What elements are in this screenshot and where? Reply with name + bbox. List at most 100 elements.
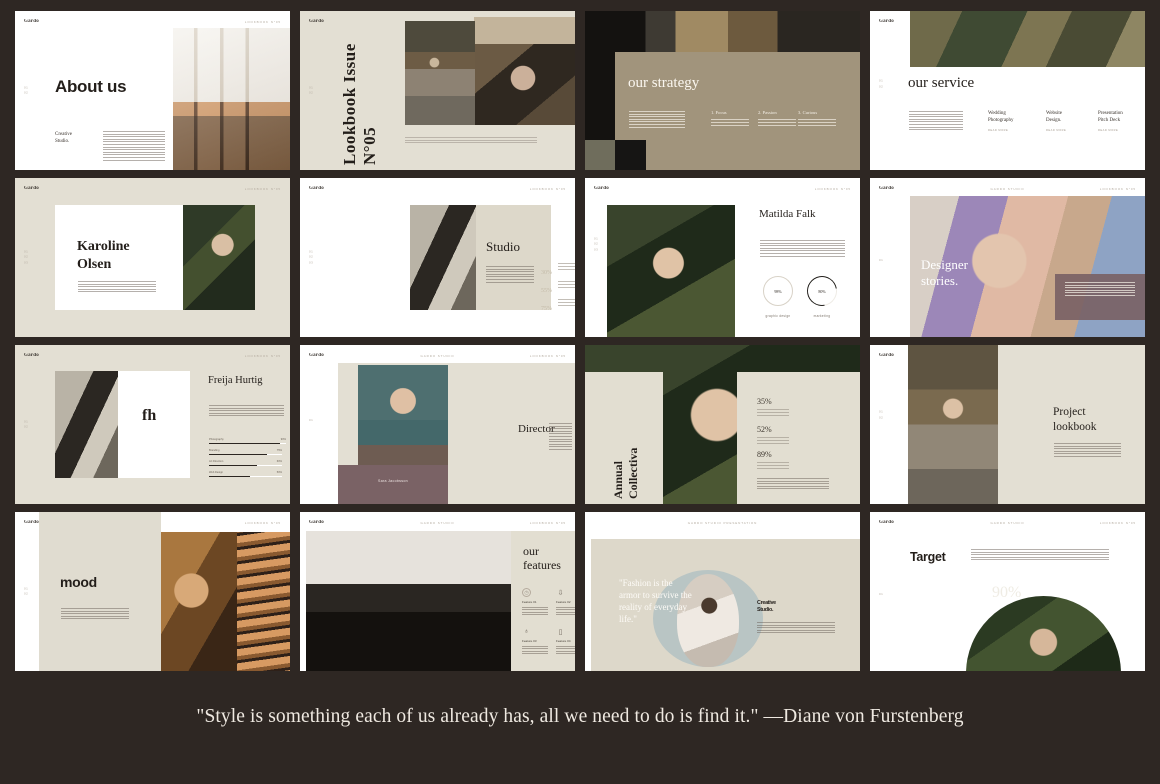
slide-our-service[interactable]: Gardo 01 02 our service Wedding Photogra… [870, 11, 1145, 170]
feature-1-glyph: ◷ [524, 589, 529, 596]
photo-street [405, 21, 475, 125]
body-copy [486, 266, 534, 283]
page-title: Project lookbook [1053, 406, 1097, 433]
side-numbers: 01 02 [24, 84, 29, 95]
strategy-item-1: 1. Focus [711, 110, 749, 127]
logo: Gardo [24, 520, 39, 525]
slide-studio[interactable]: Gardo LOOKBOOK N°05 01 02 03 Studio 30% … [300, 178, 575, 337]
donut-2-value: 80% [818, 288, 826, 294]
feature-3-name: Feature 03 [522, 639, 537, 643]
slide-freija-hurtig[interactable]: fh Gardo LOOKBOOK N°05 01 02 Freija Hurt… [15, 345, 290, 504]
slide-lookbook-issue[interactable]: Gardo 01 02 Lookbook Issue N°05 [300, 11, 575, 170]
logo: Gardo [309, 520, 324, 525]
feature-4-name: Feature 04 [556, 639, 571, 643]
photo-face [475, 44, 575, 125]
studio-stat-3-value: 75% [541, 306, 552, 312]
slide-project-lookbook[interactable]: Gardo 01 02 Project lookbook [870, 345, 1145, 504]
slide-karoline-olsen[interactable]: Gardo LOOKBOOK N°05 01 02 03 Karoline Ol… [15, 178, 290, 337]
page-subtitle: Creative Studio. [55, 132, 72, 145]
service-item-2[interactable]: Website Design. READ MORE [1046, 110, 1090, 132]
logo: Gardo [879, 186, 894, 191]
page-subtitle: Creative Studio. [757, 600, 776, 614]
header-right-label: LOOKBOOK N°05 [244, 521, 281, 525]
service-item-1[interactable]: Wedding Photography READ MORE [988, 110, 1032, 132]
photo-caption: Sara Jacobsson [378, 479, 408, 483]
page-title: Studio [486, 239, 520, 254]
studio-stat-1: 30% [541, 261, 552, 279]
page-title: Target [910, 550, 946, 564]
body-copy [760, 240, 845, 257]
strategy-item-3-label: 3. Curious [798, 110, 818, 115]
slide-designer-stories[interactable]: Gardo GARDO STUDIO LOOKBOOK N°05 01 Desi… [870, 178, 1145, 337]
slide-our-strategy[interactable]: our strategy 1. Focus 2. Passion 3. Curi… [585, 11, 860, 170]
swatch-tan [474, 17, 575, 44]
page-title: Freija Hurtig [208, 375, 263, 386]
page-title: our service [908, 75, 975, 91]
slide-matilda-falk[interactable]: Gardo LOOKBOOK N°05 01 02 03 Matilda Fal… [585, 178, 860, 337]
logo: Gardo [309, 19, 324, 24]
donut-1-label: graphic design [765, 314, 791, 318]
slide-fashion-quote[interactable]: GARDO STUDIO PRESENTATION "Fashion is th… [585, 512, 860, 671]
header-right-label: LOOKBOOK N°05 [244, 187, 281, 191]
swatch-black [615, 140, 646, 170]
page-quote: "Fashion is the armor to survive the rea… [619, 578, 692, 624]
photo-cafe [173, 28, 290, 170]
bulb-icon: ♁ [522, 627, 531, 636]
skill-bar-2: Branding 75% [209, 449, 282, 456]
slide-mood[interactable]: Gardo LOOKBOOK N°05 01 02 mood [15, 512, 290, 671]
photo-aerial [910, 11, 1145, 67]
photo-slats [237, 522, 290, 671]
slide-about-us[interactable]: Gardo LOOKBOOK N°05 01 02 About us Creat… [15, 11, 290, 170]
header-mid-label: GARDO STUDIO PRESENTATION [687, 521, 758, 525]
header-mid-label: GARDO STUDIO [990, 187, 1025, 191]
studio-stat-2-value: 55% [541, 288, 552, 294]
logo: Gardo [879, 520, 894, 525]
page-title: About us [55, 77, 127, 96]
photo-crown-leaf [966, 596, 1121, 671]
panel-copy [1065, 282, 1135, 296]
left-band [300, 363, 338, 504]
photo-shadow-wall [55, 371, 118, 478]
stat-1-value: 35% [757, 397, 772, 406]
body-copy [629, 111, 685, 128]
header-right-label: LOOKBOOK N°05 [529, 521, 566, 525]
page-title: mood [60, 574, 97, 590]
header-right-label: LOOKBOOK N°05 [529, 187, 566, 191]
donut-chart-1: 98% [763, 276, 793, 306]
skill-4-label: Web Design [209, 471, 224, 474]
logo: Gardo [24, 353, 39, 358]
book-icon: ▯ [556, 627, 565, 636]
logo: Gardo [309, 353, 324, 358]
logo: Gardo [879, 19, 894, 24]
side-numbers: 01 02 [24, 418, 29, 429]
service-item-3[interactable]: Presentation Pitch Deck READ MORE [1098, 110, 1144, 132]
left-band [870, 345, 908, 504]
logo: Gardo [879, 353, 894, 358]
service-2-meta: READ MORE [1046, 129, 1067, 132]
footer-quote: "Style is something each of us already h… [196, 706, 964, 727]
clock-icon: ◷ [522, 588, 531, 597]
slide-target[interactable]: Gardo GARDO STUDIO LOOKBOOK N°05 01 Targ… [870, 512, 1145, 671]
photo-portrait [183, 205, 255, 310]
side-numbers: 01 [879, 257, 884, 262]
body-copy [78, 281, 156, 293]
logo: Gardo [24, 19, 39, 24]
header-right-label: LOOKBOOK N°05 [244, 20, 281, 24]
feature-2-glyph: ⇩ [557, 589, 564, 597]
header-mid-label: GARDO STUDIO [420, 521, 455, 525]
header-right-label: LOOKBOOK N°05 [244, 354, 281, 358]
side-numbers: 01 02 [879, 78, 884, 89]
strategy-item-1-label: 1. Focus [711, 110, 727, 115]
feature-4-glyph: ▯ [558, 628, 563, 636]
slide-director[interactable]: Gardo GARDO STUDIO LOOKBOOK N°05 01 Sara… [300, 345, 575, 504]
donut-1-value: 98% [774, 288, 782, 294]
studio-stat-1-value: 30% [541, 270, 552, 276]
slide-annual-collectiva[interactable]: Annual Collectiva 35% 52% 89% [585, 345, 860, 504]
skill-4-value: 50% [276, 471, 282, 474]
feature-2: ⇩ Feature 02 [556, 588, 575, 616]
header-mid-label: GARDO STUDIO [420, 354, 455, 358]
photo-interior [306, 531, 511, 671]
page-title: our strategy [628, 75, 700, 91]
side-numbers: 01 02 [309, 84, 314, 95]
slide-our-features[interactable]: Gardo GARDO STUDIO LOOKBOOK N°05 our fea… [300, 512, 575, 671]
